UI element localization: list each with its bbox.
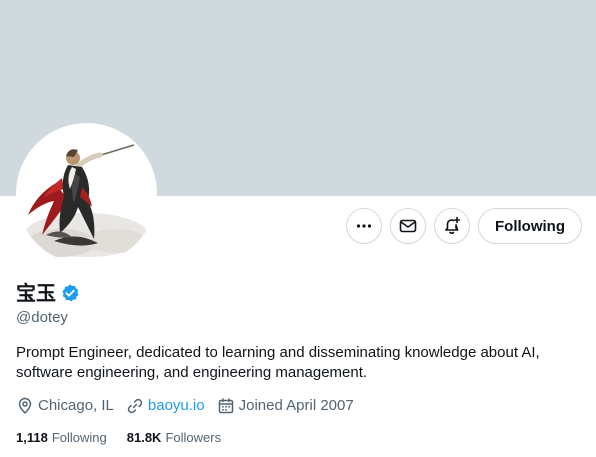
website-item[interactable]: baoyu.io (126, 396, 205, 416)
following-button[interactable]: Following (478, 208, 582, 244)
profile-stats: 1,118 Following 81.8K Followers (16, 429, 221, 447)
profile-avatar[interactable] (16, 123, 157, 264)
name-row: 宝玉 (16, 281, 80, 305)
calendar-icon (218, 398, 233, 414)
followers-count: 81.8K (126, 430, 162, 445)
location-pin-icon (18, 397, 32, 414)
joined-text: Joined April 2007 (238, 397, 354, 414)
website-link[interactable]: baoyu.io (148, 396, 205, 416)
message-button[interactable] (390, 208, 427, 244)
following-count: 1,118 (16, 430, 48, 445)
joined-item: Joined April 2007 (217, 396, 354, 416)
avatar-illustration (24, 144, 148, 257)
bell-plus-icon (445, 216, 461, 235)
location-item: Chicago, IL (16, 396, 114, 416)
notify-button[interactable] (434, 208, 471, 244)
followers-label: Followers (165, 430, 222, 445)
profile-actions: Following (346, 208, 582, 244)
profile-meta: Chicago, IL baoyu.io Joined April 2007 (16, 396, 354, 416)
verified-badge-icon[interactable] (60, 283, 80, 303)
following-label: Following (51, 430, 107, 445)
more-horizontal-icon (356, 224, 372, 228)
followers-stat[interactable]: 81.8K Followers (127, 429, 221, 447)
user-handle: @dotey (16, 309, 68, 326)
following-stat[interactable]: 1,118 Following (16, 429, 107, 447)
link-icon (127, 398, 143, 414)
display-name: 宝玉 (16, 281, 56, 305)
more-button[interactable] (346, 208, 383, 244)
envelope-icon (399, 219, 417, 233)
location-text: Chicago, IL (38, 397, 114, 414)
profile-bio: Prompt Engineer, dedicated to learning a… (16, 344, 540, 381)
